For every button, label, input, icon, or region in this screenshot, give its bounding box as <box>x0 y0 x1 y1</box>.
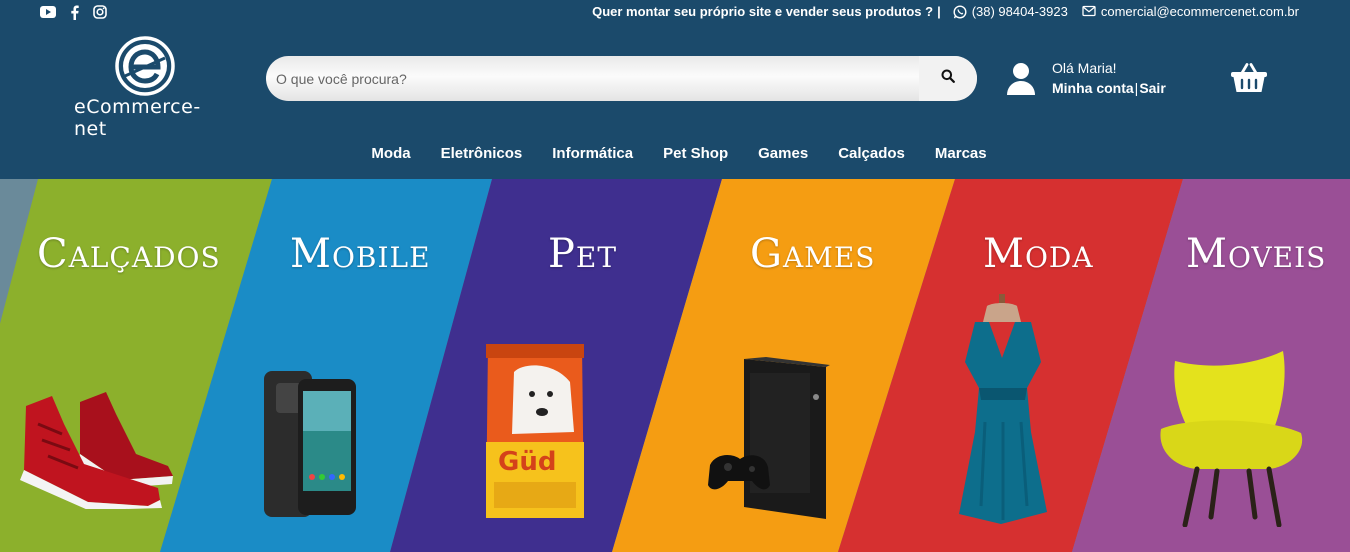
main-nav: Moda Eletrônicos Informática Pet Shop Ga… <box>0 145 1350 162</box>
svg-text:Güd: Güd <box>498 447 556 477</box>
site-logo[interactable]: eCommerce-net <box>72 36 222 140</box>
cart-button[interactable] <box>1230 63 1268 93</box>
nav-item-calcados[interactable]: Calçados <box>838 145 905 162</box>
my-account-link[interactable]: Minha conta <box>1052 80 1134 96</box>
dress-mannequin-image[interactable] <box>955 292 1050 537</box>
armchair-image[interactable] <box>1157 347 1307 532</box>
account-links: Minha conta | Sair <box>1052 80 1166 96</box>
smartphones-image[interactable] <box>262 369 362 524</box>
category-calcados-title[interactable]: Calçados <box>37 231 221 277</box>
phone-number[interactable]: (38) 98404-3923 <box>972 4 1068 19</box>
social-links <box>40 4 108 20</box>
separator: | <box>1134 80 1139 96</box>
category-games-title[interactable]: Games <box>750 231 875 277</box>
sneakers-image[interactable] <box>18 384 178 514</box>
logout-link[interactable]: Sair <box>1139 80 1165 96</box>
nav-item-moda[interactable]: Moda <box>371 145 410 162</box>
whatsapp-icon <box>953 4 967 19</box>
promo-text[interactable]: Quer montar seu próprio site e vender se… <box>592 4 933 19</box>
logo-text: eCommerce-net <box>74 96 201 140</box>
search-input[interactable] <box>276 56 916 101</box>
category-mobile-title[interactable]: Mobile <box>290 231 431 277</box>
nav-item-eletronicos[interactable]: Eletrônicos <box>441 145 523 162</box>
category-moveis-title[interactable]: Moveis <box>1186 231 1326 277</box>
facebook-icon[interactable] <box>66 4 82 20</box>
basket-icon <box>1230 63 1268 97</box>
hero-banner[interactable]: Calçados Mobile Pet Games Moda Moveis Gü… <box>0 179 1350 552</box>
email-link[interactable]: comercial@ecommercenet.com.br <box>1101 4 1299 19</box>
category-pet-title[interactable]: Pet <box>548 231 617 277</box>
category-moda-title[interactable]: Moda <box>983 231 1094 277</box>
search-icon <box>941 69 955 88</box>
game-console-image[interactable] <box>706 357 831 527</box>
contact-info: Quer montar seu próprio site e vender se… <box>592 4 1299 19</box>
nav-item-games[interactable]: Games <box>758 145 808 162</box>
greeting-text: Olá Maria! <box>1052 60 1117 76</box>
nav-item-marcas[interactable]: Marcas <box>935 145 987 162</box>
account-area: Olá Maria! Minha conta | Sair <box>1006 60 1186 100</box>
top-bar: Quer montar seu próprio site e vender se… <box>0 0 1350 24</box>
search-bar <box>266 56 977 101</box>
nav-item-pet-shop[interactable]: Pet Shop <box>663 145 728 162</box>
logo-e-icon <box>115 36 175 96</box>
separator: | <box>937 4 941 19</box>
search-button[interactable] <box>919 56 977 101</box>
nav-item-informatica[interactable]: Informática <box>552 145 633 162</box>
instagram-icon[interactable] <box>92 4 108 20</box>
mail-icon <box>1082 5 1096 19</box>
dog-food-bag-image[interactable]: Güd <box>484 342 586 525</box>
youtube-icon[interactable] <box>40 4 56 20</box>
site-header: Quer montar seu próprio site e vender se… <box>0 0 1350 179</box>
user-icon[interactable] <box>1006 62 1036 96</box>
